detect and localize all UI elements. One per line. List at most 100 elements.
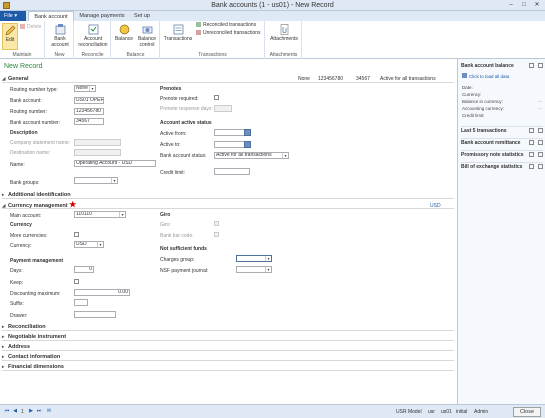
refresh-icon bbox=[462, 73, 467, 78]
bank-account-field[interactable]: US01 OPER bbox=[74, 97, 104, 104]
more-currencies-checkbox[interactable] bbox=[74, 232, 79, 237]
section-general[interactable]: ◢ General bbox=[2, 75, 454, 83]
settings-icon[interactable] bbox=[538, 140, 543, 145]
tab-set-up[interactable]: Set up bbox=[130, 11, 154, 21]
settings-icon[interactable] bbox=[538, 152, 543, 157]
name-field[interactable]: Operating Account - USD bbox=[74, 160, 156, 167]
tab-file[interactable]: File ▾ bbox=[0, 11, 26, 21]
reconciliation-icon bbox=[88, 24, 98, 35]
expand-icon[interactable] bbox=[529, 152, 534, 157]
delete-icon bbox=[20, 24, 25, 29]
balance-button[interactable]: Balance bbox=[114, 23, 134, 43]
keep-checkbox[interactable] bbox=[74, 279, 79, 284]
first-record-icon[interactable]: ⏮ bbox=[4, 408, 10, 414]
factbox-bill-of-exchange-statistics[interactable]: Bill of exchange statistics bbox=[461, 162, 543, 170]
factbox-last5-title: Last 5 transactions bbox=[461, 128, 507, 134]
transactions-button[interactable]: Transactions bbox=[163, 23, 193, 43]
attachments-group-label: Attachments bbox=[269, 52, 298, 58]
close-button[interactable]: Close bbox=[513, 407, 541, 417]
last-record-icon[interactable]: ⏭ bbox=[36, 408, 42, 414]
suffix-label: Suffix: bbox=[10, 301, 24, 307]
bank-account-status-select[interactable]: Active for all transactions ▾ bbox=[214, 152, 289, 159]
account-reconciliation-button[interactable]: Account reconciliation bbox=[76, 23, 110, 48]
routing-number-type-select[interactable]: None ▾ bbox=[74, 85, 96, 92]
unreconciled-transactions-button[interactable]: Unreconciled transactions bbox=[196, 30, 261, 36]
section-additional-identification[interactable]: ▸ Additional identification bbox=[2, 191, 454, 199]
new-record-heading: New Record bbox=[4, 63, 43, 70]
section-negotiable-instrument[interactable]: ▸ Negotiable instrument bbox=[2, 333, 454, 341]
new-bank-account-button[interactable]: Bank account bbox=[48, 23, 72, 48]
tab-bank-account[interactable]: Bank account bbox=[28, 11, 74, 21]
section-address[interactable]: ▸ Address bbox=[2, 343, 454, 351]
factbox-promissory-note-statistics[interactable]: Promissory note statistics bbox=[461, 150, 543, 158]
main-account-label: Main account: bbox=[10, 213, 42, 219]
expand-icon[interactable] bbox=[529, 128, 534, 133]
section-financial-dimensions[interactable]: ▸ Financial dimensions bbox=[2, 363, 454, 371]
company-statement-name-field bbox=[74, 139, 121, 146]
days-field[interactable]: 0 bbox=[74, 266, 94, 273]
attachments-button[interactable]: Attachments bbox=[268, 23, 300, 43]
ribbon: Edit Delete Maintain Bank account New Ac… bbox=[0, 21, 545, 59]
routing-number-field[interactable]: 123456780 bbox=[74, 108, 104, 115]
chevron-down-icon: ▾ bbox=[282, 153, 288, 158]
nsf-payment-journal-select[interactable]: ▾ bbox=[236, 266, 272, 273]
currency-value: USD bbox=[76, 241, 87, 247]
factbox-last-5-transactions[interactable]: Last 5 transactions bbox=[461, 126, 543, 134]
section-reconciliation[interactable]: ▸ Reconciliation bbox=[2, 323, 454, 331]
factbox-bank-account-remittance[interactable]: Bank account remittance bbox=[461, 138, 543, 146]
pencil-icon bbox=[4, 25, 15, 36]
delete-button[interactable]: Delete bbox=[20, 24, 41, 30]
tab-manage-payments[interactable]: Manage payments bbox=[76, 11, 128, 21]
close-icon[interactable]: ✕ bbox=[531, 1, 543, 10]
section-currency-management[interactable]: ◢ Currency management ★ bbox=[2, 201, 454, 209]
expand-icon[interactable] bbox=[529, 63, 534, 68]
balance-control-button[interactable]: Balance control bbox=[136, 23, 158, 48]
drawer-label: Drawer: bbox=[10, 313, 28, 319]
record-counter: 1 bbox=[21, 409, 24, 415]
prenote-required-checkbox[interactable] bbox=[214, 95, 219, 100]
chevron-down-icon: ▾ bbox=[97, 242, 103, 247]
expand-icon[interactable] bbox=[529, 140, 534, 145]
status-admin: Admin bbox=[474, 409, 489, 415]
balance-label: Balance bbox=[114, 36, 134, 42]
next-record-icon[interactable]: ▶ bbox=[28, 408, 34, 414]
settings-icon[interactable] bbox=[538, 128, 543, 133]
main-account-select[interactable]: 110110 ▾ bbox=[74, 211, 126, 218]
active-from-label: Active from: bbox=[160, 131, 187, 137]
currency-select[interactable]: USD ▾ bbox=[74, 241, 104, 248]
bank-groups-label: Bank groups: bbox=[10, 180, 40, 186]
bank-account-number-field[interactable]: 34567 bbox=[74, 118, 104, 125]
suffix-field[interactable] bbox=[74, 299, 88, 306]
reconciled-transactions-label: Reconciled transactions bbox=[203, 22, 257, 28]
expand-icon[interactable] bbox=[529, 164, 534, 169]
balance-control-label: Balance control bbox=[137, 36, 157, 48]
balance-group-label: Balance bbox=[126, 52, 145, 58]
chevron-down-icon: ▾ bbox=[119, 212, 125, 217]
credit-limit-label: Credit limit: bbox=[160, 170, 186, 176]
previous-record-icon[interactable]: ◀ bbox=[12, 408, 18, 414]
title-bar: Bank accounts (1 - us01) - New Record – … bbox=[0, 0, 545, 11]
window-title: Bank accounts (1 - us01) - New Record bbox=[211, 2, 334, 9]
factbox-promissory-title: Promissory note statistics bbox=[461, 152, 524, 158]
calendar-icon[interactable] bbox=[244, 129, 251, 136]
reconciled-icon bbox=[196, 22, 201, 27]
minimize-icon[interactable]: – bbox=[505, 1, 517, 10]
settings-icon[interactable] bbox=[538, 164, 543, 169]
settings-icon[interactable] bbox=[538, 63, 543, 68]
click-to-load-link[interactable]: Click to load all data bbox=[462, 73, 509, 79]
reconciled-transactions-button[interactable]: Reconciled transactions bbox=[196, 22, 256, 28]
charges-group-select[interactable]: ▾ bbox=[236, 255, 272, 262]
maximize-icon[interactable]: □ bbox=[518, 1, 530, 10]
discounting-maximum-field[interactable]: 0.00 bbox=[74, 289, 130, 296]
calendar-icon[interactable] bbox=[244, 141, 251, 148]
active-to-label: Active to: bbox=[160, 142, 181, 148]
factbox-bank-account-balance[interactable]: Bank account balance bbox=[461, 62, 543, 70]
edit-button[interactable]: Edit bbox=[2, 23, 18, 50]
account-active-status-header: Account active status bbox=[160, 120, 212, 126]
bank-groups-select[interactable]: ▾ bbox=[74, 177, 118, 184]
section-contact-information[interactable]: ▸ Contact information bbox=[2, 353, 454, 361]
credit-limit-field[interactable] bbox=[214, 168, 250, 175]
ribbon-group-balance: Balance Balance control Balance bbox=[112, 21, 160, 59]
drawer-field[interactable] bbox=[74, 311, 116, 318]
notification-icon[interactable]: ✉ bbox=[46, 408, 52, 414]
